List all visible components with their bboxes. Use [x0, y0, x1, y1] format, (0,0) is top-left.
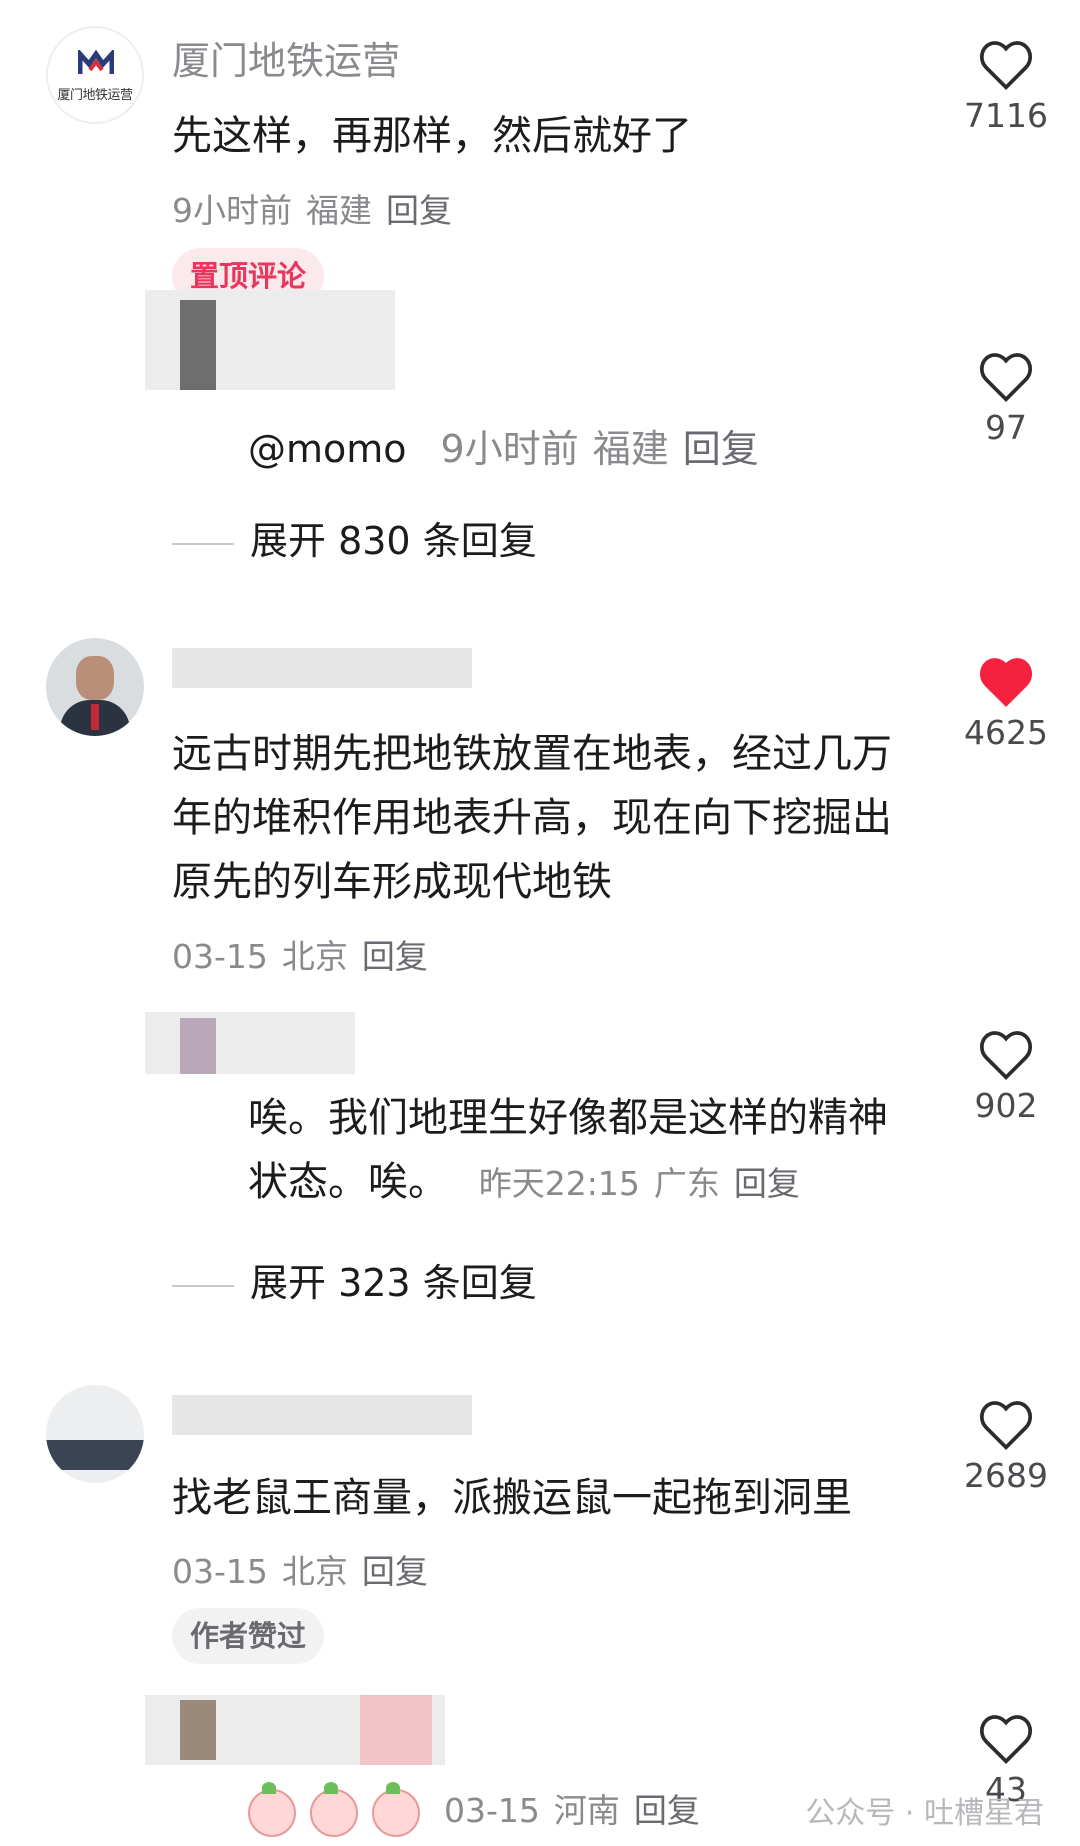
- avatar-tie: [91, 704, 99, 730]
- like-count: 7116: [964, 96, 1048, 135]
- comment-meta: 9小时前 福建 回复: [172, 184, 466, 232]
- reply-location: 广东: [653, 1164, 720, 1203]
- comment-meta: 03-15 北京 回复: [172, 1545, 442, 1593]
- metro-logo-icon: [78, 50, 114, 74]
- reply-time: 昨天22:15: [478, 1164, 640, 1203]
- reply-like-button[interactable]: 902: [946, 1028, 1066, 1125]
- watermark: 公众号 · 吐槽星君: [805, 1796, 1044, 1831]
- comment-author[interactable]: 厦门地铁运营: [172, 30, 400, 85]
- author-liked-badge: 作者赞过: [172, 1608, 325, 1664]
- reply-avatar-blurred-figure: [180, 300, 216, 390]
- crying-emoji-icon: [372, 1781, 420, 1837]
- comment-time: 9小时前: [172, 191, 292, 230]
- comment-meta: 03-15 河南 回复: [248, 1781, 714, 1837]
- reply-text: 唉。我们地理生好像都是这样的精神状态。唉。 昨天22:15 广东 回复: [248, 1086, 918, 1216]
- reply-meta: 昨天22:15 广东 回复: [479, 1164, 814, 1203]
- username-blurred: [172, 1395, 472, 1435]
- heart-outline-icon: [979, 41, 1033, 90]
- comment-meta: 03-15 北京 回复: [172, 930, 442, 978]
- like-count: 902: [974, 1086, 1038, 1125]
- heart-outline-icon: [979, 1715, 1033, 1764]
- avatar-face: [76, 656, 114, 700]
- reply-location: 福建: [592, 427, 669, 471]
- comment-location: 北京: [281, 1552, 348, 1591]
- comment-location: 福建: [306, 191, 372, 230]
- reply-button[interactable]: 回复: [634, 1791, 700, 1830]
- heart-outline-icon: [979, 1031, 1033, 1080]
- expand-label: 展开 323 条回复: [250, 1261, 537, 1305]
- comment-time: 03-15: [444, 1791, 540, 1830]
- heart-outline-icon: [979, 1401, 1033, 1450]
- reply-button[interactable]: 回复: [362, 1552, 428, 1591]
- comment-text: 先这样，再那样，然后就好了: [172, 113, 692, 159]
- like-count: 97: [985, 408, 1027, 447]
- like-count: 2689: [964, 1456, 1048, 1495]
- expand-replies-button[interactable]: 展开 830 条回复: [172, 510, 537, 565]
- reply-button[interactable]: 回复: [362, 937, 428, 976]
- reply-time: 9小时前: [440, 427, 579, 471]
- comment-text: 找老鼠王商量，派搬运鼠一起拖到洞里: [172, 1475, 852, 1521]
- like-button[interactable]: 4625: [946, 655, 1066, 752]
- comment-text: 远古时期先把地铁放置在地表，经过几万年的堆积作用地表升高，现在向下挖掘出原先的列…: [172, 731, 892, 905]
- comment-time: 03-15: [172, 937, 268, 976]
- reply-avatar-blurred: [145, 1012, 355, 1074]
- heart-outline-icon: [979, 353, 1033, 402]
- reply-like-button[interactable]: 97: [946, 350, 1066, 447]
- reply-avatar-blurred-figure: [180, 1700, 216, 1760]
- reply-button[interactable]: 回复: [386, 191, 452, 230]
- divider: [172, 1284, 234, 1287]
- expand-label: 展开 830 条回复: [250, 519, 537, 563]
- crying-emoji-icon: [248, 1781, 296, 1837]
- user-avatar[interactable]: [46, 1385, 144, 1483]
- comment-time: 03-15: [172, 1552, 268, 1591]
- mention-link[interactable]: @momo: [248, 427, 407, 471]
- reply-button[interactable]: 回复: [734, 1164, 800, 1203]
- comment-location: 北京: [281, 937, 348, 976]
- like-button[interactable]: 2689: [946, 1398, 1066, 1495]
- comment-location: 河南: [553, 1791, 620, 1830]
- avatar-train: [46, 1440, 144, 1470]
- reply-avatar-blurred-figure: [180, 1018, 216, 1074]
- reply-line: @momo 9小时前 福建 回复: [248, 418, 773, 473]
- image-thumbnail-blurred: [360, 1695, 432, 1765]
- username-blurred: [172, 648, 472, 688]
- user-avatar[interactable]: [46, 638, 144, 736]
- expand-replies-button[interactable]: 展开 323 条回复: [172, 1252, 537, 1307]
- avatar-label: 厦门地铁运营: [57, 88, 133, 103]
- reply-button[interactable]: 回复: [683, 427, 759, 471]
- crying-emoji-icon: [310, 1781, 358, 1837]
- like-count: 4625: [964, 713, 1048, 752]
- heart-filled-icon: [979, 658, 1033, 707]
- author-avatar[interactable]: 厦门地铁运营: [46, 26, 144, 124]
- like-button[interactable]: 7116: [946, 38, 1066, 135]
- divider: [172, 542, 234, 545]
